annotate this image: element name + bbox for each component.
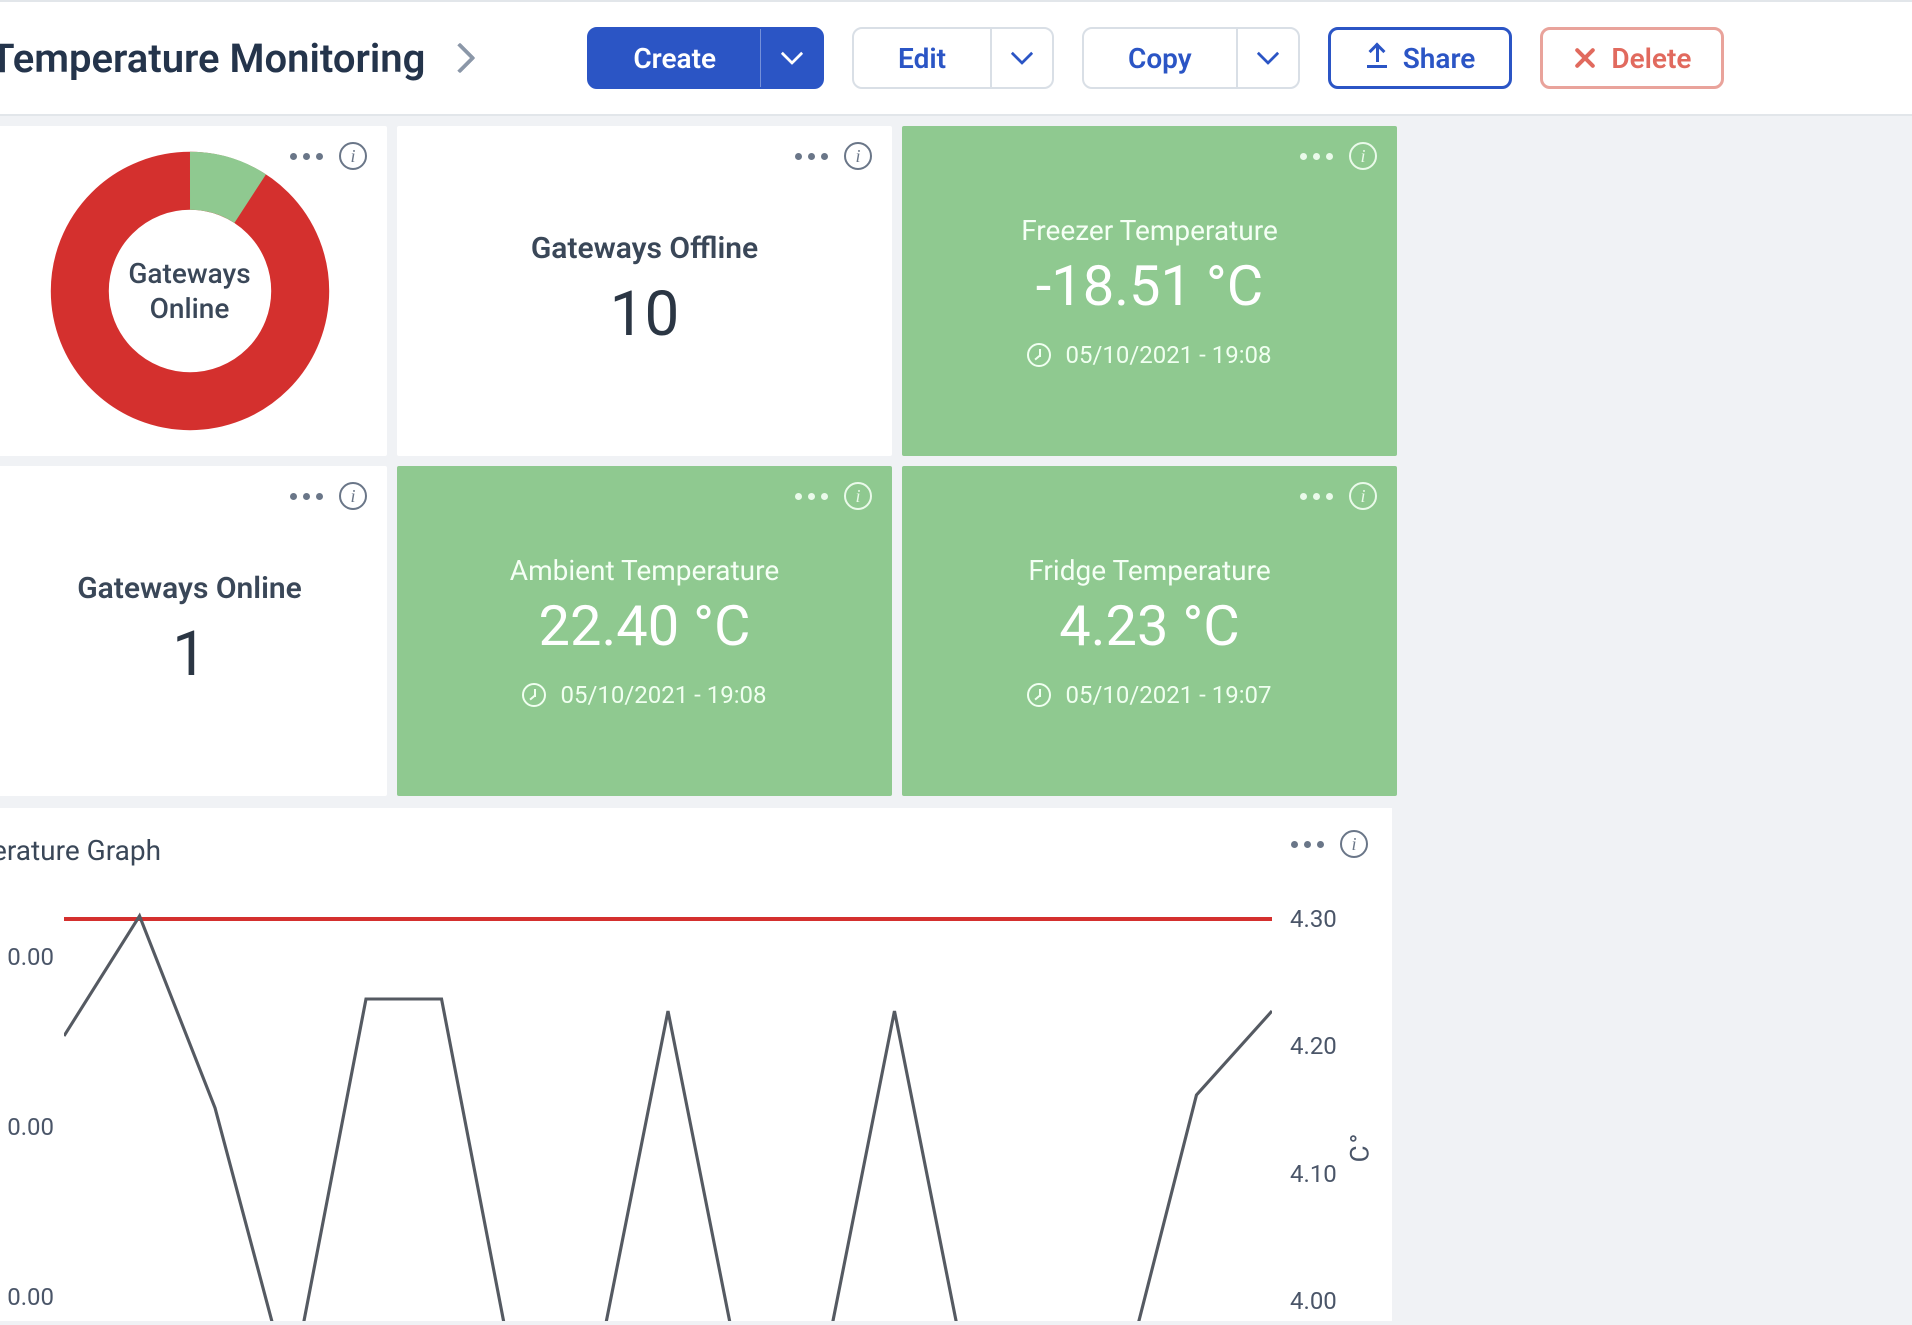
- clock-icon: [1027, 683, 1051, 707]
- card-ambient-temp: i Ambient Temperature 22.40 °C 05/10/202…: [397, 466, 892, 796]
- cards-grid: i Gateways Online i Gateways Offline 10 …: [0, 116, 1912, 796]
- create-dropdown[interactable]: [760, 29, 822, 87]
- more-icon[interactable]: [1291, 841, 1324, 848]
- chevron-down-icon: [1256, 42, 1279, 65]
- kpi-value: 4.23 °C: [1059, 593, 1239, 659]
- info-icon[interactable]: i: [844, 142, 872, 170]
- breadcrumb: Temperature Monitoring: [0, 35, 471, 82]
- copy-button-group: Copy: [1082, 27, 1300, 89]
- close-icon: [1573, 46, 1597, 70]
- card-gateways-donut: i Gateways Online: [0, 126, 387, 456]
- kpi-value: 22.40 °C: [539, 593, 751, 659]
- graph-plot[interactable]: [64, 891, 1272, 1321]
- y-right-tick: 4.10: [1290, 1160, 1372, 1188]
- kpi-title: Gateways Online: [77, 571, 302, 606]
- kpi-value: -18.51 °C: [1036, 253, 1263, 319]
- y-right-tick: 4.30: [1290, 905, 1372, 933]
- kpi-title: Fridge Temperature: [1028, 554, 1270, 587]
- copy-button[interactable]: Copy: [1084, 29, 1236, 87]
- chevron-down-icon: [1011, 42, 1034, 65]
- clock-icon: [1027, 343, 1051, 367]
- create-button-group: Create: [587, 27, 824, 89]
- upload-icon: [1365, 46, 1389, 70]
- y-left-tick: 0.00: [0, 1283, 54, 1311]
- delete-label: Delete: [1611, 42, 1691, 75]
- page-title: Temperature Monitoring: [0, 35, 425, 82]
- create-button[interactable]: Create: [589, 29, 760, 87]
- card-fridge-temp: i Fridge Temperature 4.23 °C 05/10/2021 …: [902, 466, 1397, 796]
- y-left-tick: 0.00: [0, 1113, 54, 1141]
- grid-filler: [1407, 126, 1912, 456]
- kpi-timestamp: 05/10/2021 - 19:08: [1027, 341, 1271, 369]
- graph-title: erature Graph: [0, 822, 1372, 891]
- more-icon[interactable]: [795, 153, 828, 160]
- share-label: Share: [1403, 42, 1476, 75]
- info-icon[interactable]: i: [339, 142, 367, 170]
- edit-button[interactable]: Edit: [854, 29, 990, 87]
- more-icon[interactable]: [795, 493, 828, 500]
- graph-panel: i erature Graph 0.00 0.00 0.00 4.30 4.20…: [0, 808, 1392, 1321]
- kpi-value: 1: [172, 618, 207, 691]
- timestamp-text: 05/10/2021 - 19:08: [1065, 341, 1271, 369]
- y-right-tick: 4.20: [1290, 1032, 1372, 1060]
- edit-dropdown[interactable]: [990, 29, 1052, 87]
- info-icon[interactable]: i: [339, 482, 367, 510]
- donut-label-line2: Online: [150, 292, 230, 325]
- more-icon[interactable]: [1300, 153, 1333, 160]
- info-icon[interactable]: i: [1349, 482, 1377, 510]
- graph-body: 0.00 0.00 0.00 4.30 4.20 4.10 4.00 C°: [0, 891, 1372, 1321]
- top-toolbar: Temperature Monitoring Create Edit Copy …: [0, 0, 1912, 116]
- y-right-tick: 4.00: [1290, 1287, 1372, 1315]
- clock-icon: [522, 683, 546, 707]
- card-gateways-offline: i Gateways Offline 10: [397, 126, 892, 456]
- more-icon[interactable]: [290, 153, 323, 160]
- card-freezer-temp: i Freezer Temperature -18.51 °C 05/10/20…: [902, 126, 1397, 456]
- y-axis-right: 4.30 4.20 4.10 4.00 C°: [1272, 891, 1372, 1321]
- data-line: [64, 916, 1272, 1321]
- edit-button-group: Edit: [852, 27, 1054, 89]
- donut-label-line1: Gateways: [128, 257, 250, 290]
- y-left-tick: 0.00: [0, 943, 54, 971]
- kpi-timestamp: 05/10/2021 - 19:08: [522, 681, 766, 709]
- donut-label: Gateways Online: [128, 256, 250, 326]
- y-right-unit: C°: [1346, 1131, 1376, 1162]
- y-axis-left: 0.00 0.00 0.00: [0, 891, 64, 1321]
- timestamp-text: 05/10/2021 - 19:08: [560, 681, 766, 709]
- info-icon[interactable]: i: [844, 482, 872, 510]
- grid-filler: [1407, 466, 1912, 796]
- kpi-title: Ambient Temperature: [510, 554, 779, 587]
- card-gateways-online: i Gateways Online 1: [0, 466, 387, 796]
- chevron-down-icon: [780, 42, 803, 65]
- kpi-title: Freezer Temperature: [1021, 214, 1278, 247]
- chevron-right-icon[interactable]: [445, 42, 476, 73]
- more-icon[interactable]: [290, 493, 323, 500]
- info-icon[interactable]: i: [1349, 142, 1377, 170]
- delete-button[interactable]: Delete: [1540, 27, 1724, 89]
- kpi-title: Gateways Offline: [531, 231, 758, 266]
- kpi-value: 10: [610, 278, 680, 351]
- share-button[interactable]: Share: [1328, 27, 1513, 89]
- graph-svg: [64, 891, 1272, 1321]
- copy-dropdown[interactable]: [1236, 29, 1298, 87]
- kpi-timestamp: 05/10/2021 - 19:07: [1027, 681, 1271, 709]
- more-icon[interactable]: [1300, 493, 1333, 500]
- timestamp-text: 05/10/2021 - 19:07: [1065, 681, 1271, 709]
- info-icon[interactable]: i: [1340, 830, 1368, 858]
